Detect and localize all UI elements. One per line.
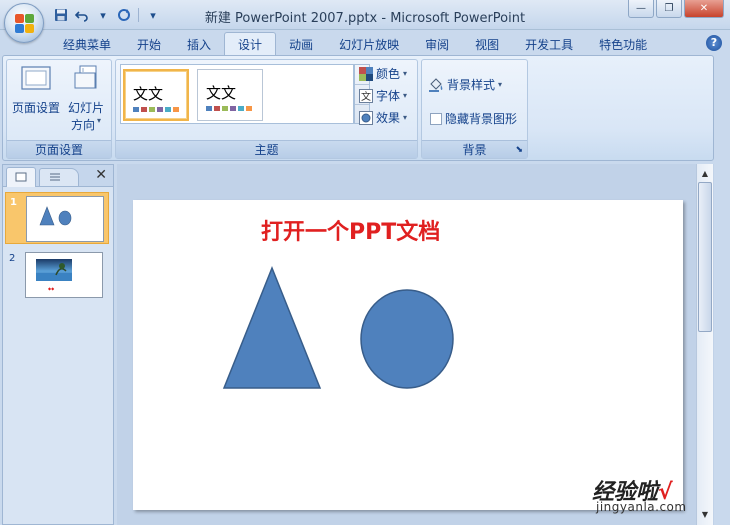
- pane-tabs: ✕: [3, 165, 113, 187]
- group-label-themes: 主题: [116, 140, 417, 158]
- theme-thumb-text: 文文: [206, 84, 237, 102]
- outline-tab[interactable]: [39, 168, 79, 186]
- theme-colors-button[interactable]: 颜色 ▾: [359, 65, 407, 82]
- tab-view[interactable]: 视图: [462, 34, 512, 56]
- watermark-url: jingyanla.com: [596, 500, 687, 514]
- hide-background-graphics-checkbox[interactable]: 隐藏背景图形: [430, 110, 517, 127]
- vertical-scrollbar[interactable]: ▲ ▼: [696, 164, 713, 525]
- theme-effects-label: 效果: [376, 111, 401, 125]
- theme-effects-icon: [359, 110, 373, 125]
- slides-tab-icon: [15, 172, 27, 182]
- slide-thumbnail-row[interactable]: 1: [5, 192, 109, 244]
- slide-orientation-button[interactable]: 幻灯片 方向 ▾: [63, 64, 109, 133]
- ribbon: 页面设置 幻灯片 方向 ▾ 页面设置 文文 文文 颜色 ▾ 文 字体 ▾ 效果 …: [2, 55, 714, 161]
- theme-thumb-office[interactable]: 文文: [123, 69, 189, 121]
- office-button[interactable]: [4, 3, 44, 43]
- checkbox-box[interactable]: [430, 112, 442, 125]
- page-setup-label: 页面设置: [11, 101, 60, 115]
- slide-1-preview: [39, 206, 72, 226]
- theme-color-swatches: [133, 107, 179, 112]
- tab-special-features[interactable]: 特色功能: [586, 34, 660, 56]
- tab-insert[interactable]: 插入: [174, 34, 224, 56]
- tab-design[interactable]: 设计: [224, 32, 277, 56]
- restore-button[interactable]: ❐: [656, 0, 682, 18]
- slides-tab[interactable]: [6, 167, 36, 187]
- chevron-down-icon: ▾: [403, 113, 408, 122]
- hide-background-graphics-label: 隐藏背景图形: [445, 112, 518, 126]
- theme-color-swatches: [206, 106, 252, 111]
- office-logo-icon: [15, 14, 35, 34]
- scroll-thumb[interactable]: [698, 182, 712, 332]
- theme-thumb-alt[interactable]: 文文: [197, 69, 263, 121]
- page-setup-button[interactable]: 页面设置: [11, 64, 61, 116]
- tab-animations[interactable]: 动画: [276, 34, 326, 56]
- group-label-page-setup: 页面设置: [7, 140, 111, 158]
- tab-home[interactable]: 开始: [124, 34, 174, 56]
- minimize-button[interactable]: —: [628, 0, 654, 18]
- theme-fonts-label: 字体: [376, 89, 401, 103]
- slide-orientation-label-2: 方向: [70, 118, 95, 132]
- scroll-up-icon[interactable]: ▲: [697, 166, 713, 182]
- chevron-down-icon: ▾: [403, 69, 408, 78]
- scroll-down-icon[interactable]: ▼: [697, 507, 713, 523]
- svg-text:文: 文: [361, 90, 371, 103]
- circle-shape: [360, 289, 454, 389]
- theme-colors-icon: [359, 66, 373, 81]
- background-styles-button[interactable]: 背景样式 ▾: [428, 76, 502, 93]
- close-button[interactable]: ✕: [684, 0, 724, 18]
- slide-orientation-label-row: 方向 ▾: [63, 116, 109, 133]
- window-title: 新建 PowerPoint 2007.pptx - Microsoft Powe…: [204, 11, 526, 26]
- group-themes: 文文 文文 ▲ ▼ ▾ 颜色▾ 文 字体▾: [115, 59, 418, 159]
- slide-orientation-label-1: 幻灯片: [67, 101, 104, 115]
- tab-slide-show[interactable]: 幻灯片放映: [326, 34, 412, 56]
- slide-2-preview: ◆◆: [36, 259, 72, 291]
- title-bar: ▾ ▾ 新建 PowerPoint 2007.pptx - Microsoft …: [0, 0, 730, 30]
- current-slide[interactable]: 打开一个PPT文档: [133, 200, 683, 510]
- theme-fonts-button[interactable]: 文 字体 ▾: [359, 87, 407, 104]
- triangle-shape: [222, 265, 322, 389]
- group-page-setup: 页面设置 幻灯片 方向 ▾ 页面设置: [6, 59, 112, 159]
- background-group-title: 背景: [462, 143, 487, 157]
- slide-number: 2: [9, 253, 16, 264]
- tab-developer[interactable]: 开发工具: [512, 34, 586, 56]
- theme-thumb-text: 文文: [133, 85, 164, 103]
- slide-thumbnail-2[interactable]: ◆◆: [25, 252, 103, 298]
- slide-thumbnail-1[interactable]: [26, 196, 104, 242]
- theme-colors-label: 颜色: [376, 67, 401, 81]
- slide-number: 1: [10, 197, 17, 208]
- window-right-edge: [714, 55, 730, 525]
- theme-fonts-icon: 文: [359, 88, 373, 103]
- slide-shapes: [222, 265, 454, 389]
- theme-effects-button[interactable]: 效果 ▾: [359, 109, 407, 126]
- outline-tab-icon: [50, 173, 60, 181]
- theme-gallery: 文文 文文: [120, 64, 354, 124]
- chevron-down-icon: ▾: [403, 91, 408, 100]
- page-setup-icon: [11, 64, 61, 97]
- chevron-down-icon: ▾: [97, 116, 102, 125]
- background-styles-label: 背景样式: [447, 78, 496, 92]
- tab-review[interactable]: 审阅: [412, 34, 462, 56]
- group-background: 背景样式 ▾ 隐藏背景图形 背景 ⬊: [421, 59, 528, 159]
- slide-orientation-icon: [63, 64, 109, 97]
- paint-bucket-icon: [429, 77, 443, 92]
- window-controls: — ❐ ✕: [628, 0, 724, 18]
- group-label-background: 背景 ⬊: [422, 140, 527, 158]
- tab-classic-menu[interactable]: 经典菜单: [50, 34, 124, 56]
- close-pane-icon[interactable]: ✕: [95, 167, 107, 183]
- help-icon[interactable]: ?: [706, 35, 722, 51]
- slide-thumbnail-row[interactable]: 2 ◆◆: [5, 249, 109, 301]
- dialog-launcher-icon[interactable]: ⬊: [515, 141, 523, 159]
- ribbon-tabs: 经典菜单 开始 插入 设计 动画 幻灯片放映 审阅 视图 开发工具 特色功能: [50, 32, 660, 56]
- chevron-down-icon: ▾: [498, 80, 503, 89]
- slides-pane: ✕ 1 2 ◆◆: [2, 164, 114, 525]
- svg-text:◆◆: ◆◆: [48, 286, 55, 291]
